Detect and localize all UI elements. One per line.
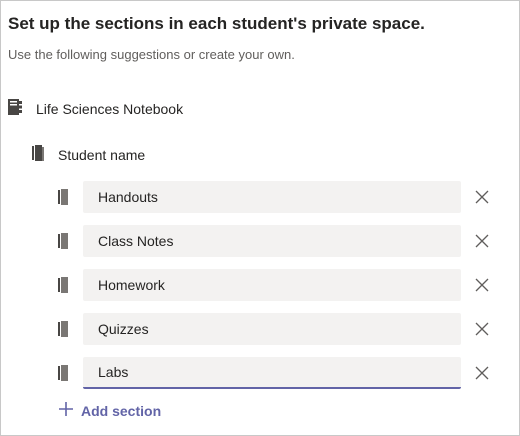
add-section-button[interactable]: Add section (58, 401, 161, 421)
notebook-name: Life Sciences Notebook (36, 101, 184, 117)
close-icon (475, 366, 489, 380)
close-icon (475, 322, 489, 336)
section-row (58, 225, 492, 257)
page-title: Set up the sections in each student's pr… (8, 14, 425, 33)
notebook-icon (8, 98, 22, 120)
section-name-input[interactable] (83, 181, 461, 213)
remove-section-button[interactable] (472, 363, 492, 383)
section-row (58, 313, 492, 345)
remove-section-button[interactable] (472, 275, 492, 295)
section-icon (58, 233, 68, 249)
notebook-item: Life Sciences Notebook (8, 98, 184, 120)
remove-section-button[interactable] (472, 187, 492, 207)
section-icon (58, 365, 68, 381)
section-row (58, 269, 492, 301)
section-row (58, 181, 492, 213)
section-row (58, 357, 492, 389)
section-name-input[interactable] (83, 225, 461, 257)
close-icon (475, 190, 489, 204)
section-name-input[interactable] (83, 269, 461, 301)
close-icon (475, 234, 489, 248)
add-section-label: Add section (81, 403, 162, 419)
section-group-icon (32, 144, 44, 166)
close-icon (475, 278, 489, 292)
plus-icon (58, 401, 74, 422)
student-name-label: Student name (58, 147, 146, 163)
remove-section-button[interactable] (472, 319, 492, 339)
section-icon (58, 189, 68, 205)
section-name-input[interactable] (83, 357, 461, 389)
section-name-input[interactable] (83, 313, 461, 345)
student-section-group: Student name (32, 144, 146, 166)
page-subtitle: Use the following suggestions or create … (8, 47, 295, 62)
section-icon (58, 321, 68, 337)
setup-panel: Set up the sections in each student's pr… (0, 0, 520, 436)
section-icon (58, 277, 68, 293)
remove-section-button[interactable] (472, 231, 492, 251)
